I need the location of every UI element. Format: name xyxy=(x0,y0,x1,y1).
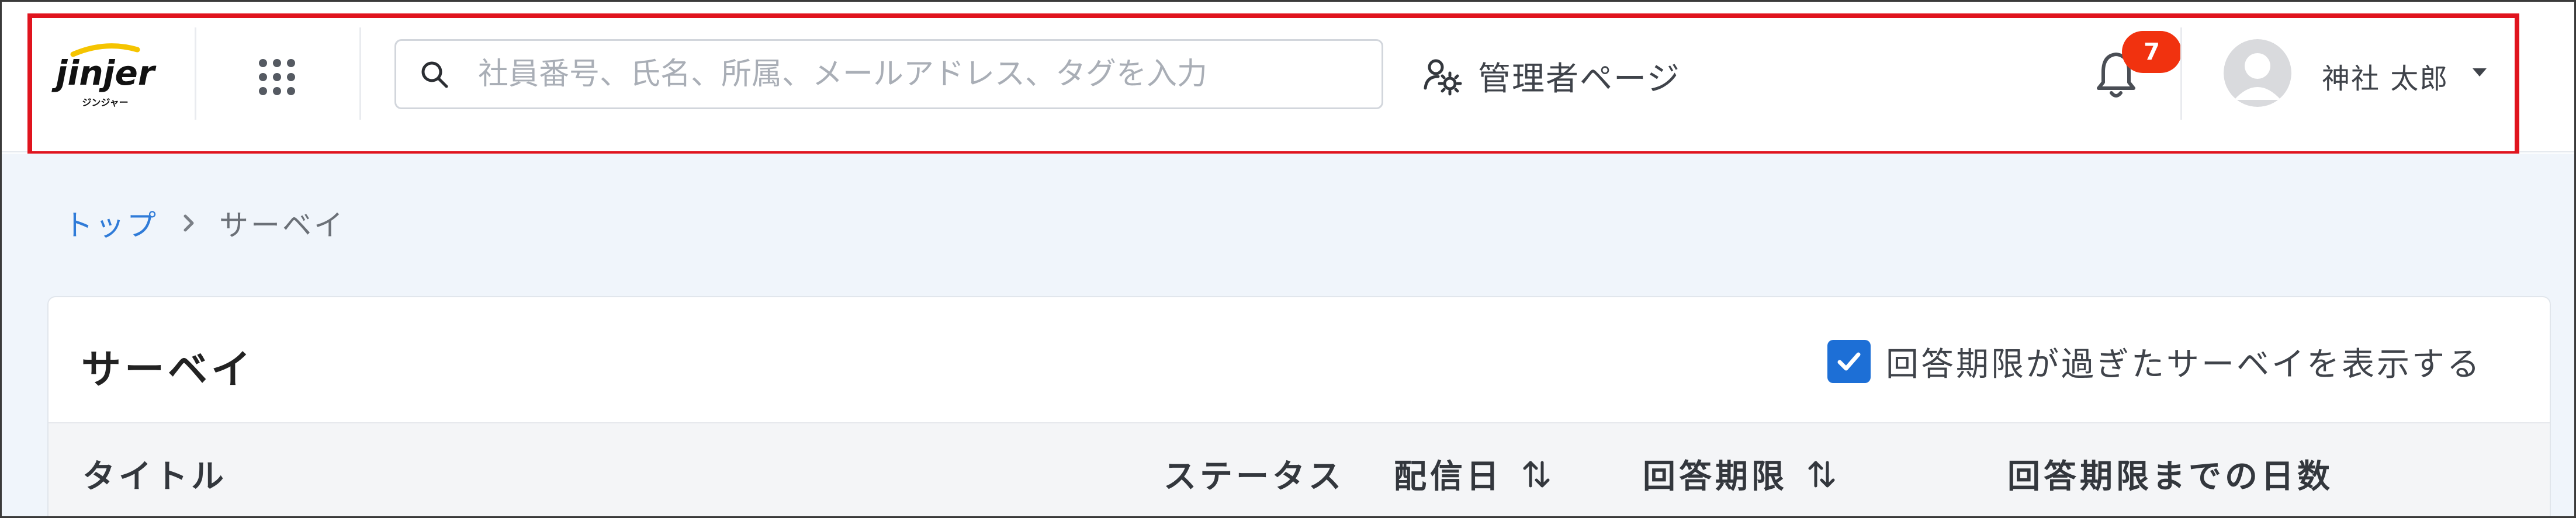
column-status: ステータス xyxy=(1164,450,1345,498)
breadcrumb: トップ サーベイ xyxy=(64,203,345,244)
admin-settings-icon xyxy=(1424,59,1462,96)
notification-badge: 7 xyxy=(2122,31,2182,73)
table-header: タイトル ステータス 配信日 回答期限 回答期限までの日数 xyxy=(49,422,2550,516)
header-divider xyxy=(195,27,196,120)
breadcrumb-current: サーベイ xyxy=(219,208,345,242)
sort-icon[interactable] xyxy=(1805,458,1838,491)
logo-wordmark: jinjer xyxy=(51,53,157,93)
admin-page-label: 管理者ページ xyxy=(1478,60,1681,98)
survey-card: サーベイ 回答期限が過ぎたサーベイを表示する タイトル ステータス 配信日 回答… xyxy=(47,296,2551,516)
admin-page-link[interactable]: 管理者ページ xyxy=(1422,50,1681,102)
global-header: jinjer ジンジャー 社員番号、氏名、所属、メールアドレス、タグを入力 管理… xyxy=(2,2,2574,152)
column-delivery-date[interactable]: 配信日 xyxy=(1394,450,1553,498)
avatar[interactable] xyxy=(2224,39,2291,107)
user-name[interactable]: 神社 太郎 xyxy=(2322,55,2449,96)
breadcrumb-home-link[interactable]: トップ xyxy=(64,202,158,244)
column-status-label: ステータス xyxy=(1164,458,1345,496)
logo-subtext: ジンジャー xyxy=(82,97,128,108)
column-delivery-date-label: 配信日 xyxy=(1394,458,1502,496)
column-deadline[interactable]: 回答期限 xyxy=(1643,450,1838,498)
jinjer-logo[interactable]: jinjer ジンジャー xyxy=(50,37,161,113)
chevron-right-icon xyxy=(183,214,194,232)
apps-grid-icon[interactable] xyxy=(259,59,295,95)
header-divider xyxy=(2180,27,2182,120)
show-expired-toggle[interactable]: 回答期限が過ぎたサーベイを表示する xyxy=(1827,338,2482,385)
search-icon xyxy=(421,61,448,88)
header-divider xyxy=(359,27,361,120)
column-deadline-label: 回答期限 xyxy=(1643,458,1788,496)
column-days-remaining-label: 回答期限までの日数 xyxy=(2007,458,2333,496)
column-days-remaining: 回答期限までの日数 xyxy=(2007,450,2333,498)
caret-down-icon[interactable] xyxy=(2473,68,2487,77)
show-expired-checkbox[interactable] xyxy=(1827,340,1871,383)
app-window: jinjer ジンジャー 社員番号、氏名、所属、メールアドレス、タグを入力 管理… xyxy=(0,0,2576,518)
column-title-label: タイトル xyxy=(82,458,227,496)
column-title: タイトル xyxy=(82,450,227,498)
show-expired-label: 回答期限が過ぎたサーベイを表示する xyxy=(1886,345,2482,384)
avatar-icon xyxy=(2224,39,2291,107)
page-title: サーベイ xyxy=(81,347,255,393)
check-icon xyxy=(1837,352,1861,371)
search-box xyxy=(394,39,1383,109)
sort-icon[interactable] xyxy=(1520,458,1553,491)
search-input[interactable] xyxy=(478,41,1366,107)
